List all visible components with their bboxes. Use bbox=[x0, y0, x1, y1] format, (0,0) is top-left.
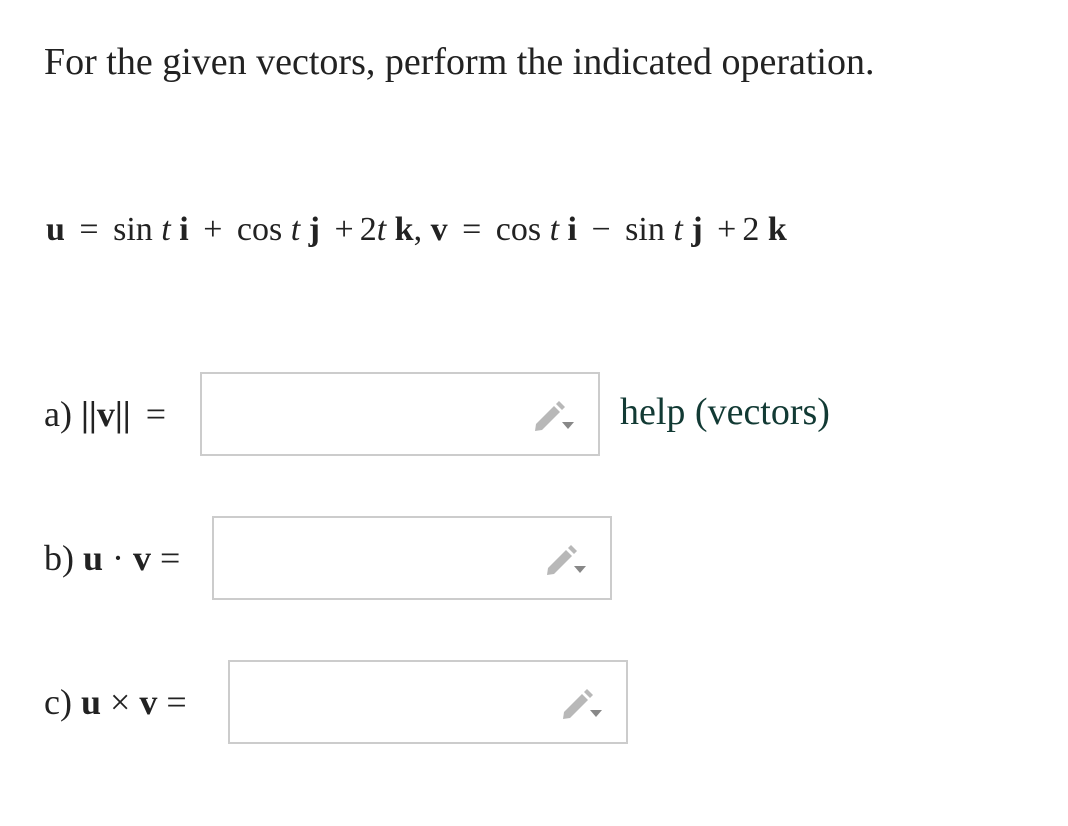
answer-box-c[interactable] bbox=[228, 660, 628, 744]
eq-plus-3: + bbox=[717, 211, 737, 248]
eq-sin-1: sin bbox=[113, 211, 153, 248]
eq-comma: , bbox=[413, 211, 423, 248]
eq-equals-1: = bbox=[79, 211, 99, 248]
eq-i-1: i bbox=[179, 211, 189, 248]
part-c-prefix: c) bbox=[44, 682, 72, 722]
eq-t-1: t bbox=[161, 211, 171, 248]
part-b-equals: = bbox=[160, 538, 181, 578]
eq-plus-1: + bbox=[203, 211, 223, 248]
part-b-label: b) u · v = bbox=[44, 536, 180, 580]
eq-t-5: t bbox=[673, 211, 683, 248]
part-b-u: u bbox=[83, 538, 104, 578]
part-c-equals: = bbox=[166, 682, 187, 722]
part-a-prefix: a) bbox=[44, 394, 72, 434]
eq-t-2: t bbox=[290, 211, 301, 248]
eq-k-1: k bbox=[394, 211, 414, 248]
eq-cos-1: cos bbox=[236, 211, 283, 248]
part-c-u: u bbox=[80, 682, 101, 722]
eq-plus-2: + bbox=[334, 211, 354, 248]
eq-two-1: 2 bbox=[359, 211, 377, 248]
pencil-dropdown-icon[interactable] bbox=[532, 400, 576, 432]
eq-v: v bbox=[430, 211, 448, 248]
eq-t-4: t bbox=[549, 211, 560, 248]
answer-input-c[interactable] bbox=[230, 662, 566, 742]
part-c-label: c) u × v = bbox=[44, 680, 187, 724]
answer-input-a[interactable] bbox=[202, 374, 538, 454]
eq-two-2: 2 bbox=[742, 211, 760, 248]
part-c-v: v bbox=[139, 682, 158, 722]
part-a-equals: = bbox=[145, 394, 166, 434]
eq-t-3: t bbox=[376, 211, 387, 248]
pencil-dropdown-icon[interactable] bbox=[560, 688, 604, 720]
vector-equation: u = sin t i + cos t j +2t k, v = cos t i… bbox=[46, 208, 787, 252]
eq-cos-2: cos bbox=[495, 211, 542, 248]
eq-j-1: j bbox=[308, 211, 320, 248]
eq-j-2: j bbox=[691, 211, 703, 248]
part-c-operator: × bbox=[110, 682, 131, 722]
eq-equals-2: = bbox=[462, 211, 482, 248]
pencil-dropdown-icon[interactable] bbox=[544, 544, 588, 576]
part-b-operator: · bbox=[112, 538, 125, 578]
part-b-v: v bbox=[133, 538, 152, 578]
part-a-expr: ||v|| bbox=[80, 394, 131, 434]
question-instruction: For the given vectors, perform the indic… bbox=[44, 41, 875, 83]
eq-i-2: i bbox=[567, 211, 577, 248]
eq-sin-2: sin bbox=[625, 211, 665, 248]
answer-input-b[interactable] bbox=[214, 518, 550, 598]
eq-minus: − bbox=[591, 211, 611, 248]
answer-box-a[interactable] bbox=[200, 372, 600, 456]
part-b-prefix: b) bbox=[44, 538, 74, 578]
help-vectors-link[interactable]: help (vectors) bbox=[620, 388, 830, 436]
part-a-label: a) ||v|| = bbox=[44, 392, 166, 436]
answer-box-b[interactable] bbox=[212, 516, 612, 600]
eq-u: u bbox=[46, 211, 65, 248]
eq-k-2: k bbox=[767, 211, 787, 248]
